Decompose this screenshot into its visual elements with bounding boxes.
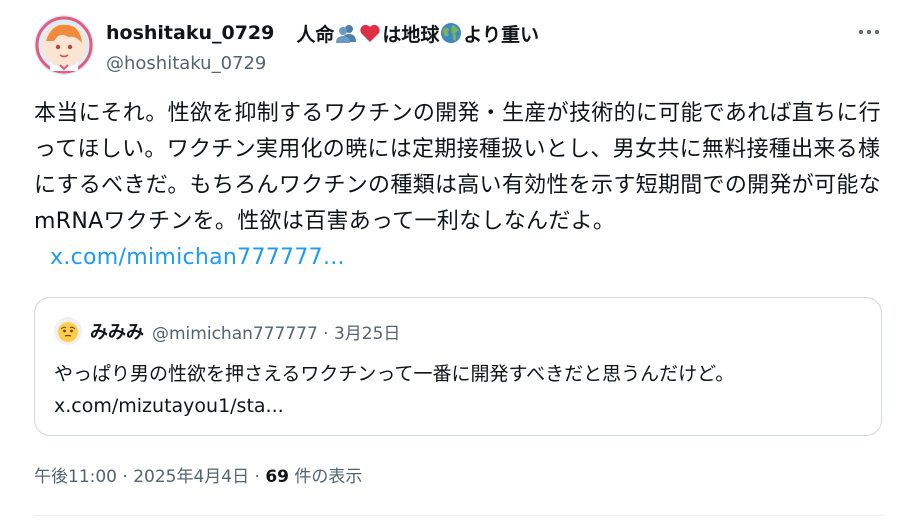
author-handle[interactable]: @hoshitaku_0729 <box>106 53 266 74</box>
bio-part-3: より重い <box>463 23 540 46</box>
red-heart-icon <box>359 22 381 44</box>
quoted-tweet-text: やっぱり男の性欲を押さえるワクチンって一番に開発すべきだと思うんだけど。 x.c… <box>54 358 874 422</box>
tweet-link[interactable]: x.com/mimichan777777... <box>50 245 345 270</box>
more-horizontal-icon[interactable] <box>852 18 886 46</box>
author-display-name[interactable]: hoshitaku_0729 <box>106 22 274 44</box>
quoted-author-name[interactable]: みみみ <box>90 318 144 344</box>
people-silhouette-icon <box>335 22 357 44</box>
divider <box>34 515 884 516</box>
author-bio: 人命 は地球 より重い <box>296 20 539 47</box>
tweet-timestamp[interactable]: 午後11:00 · 2025年4月4日 · <box>34 467 265 487</box>
earth-globe-icon <box>440 22 462 44</box>
tweet-text: 本当にそれ。性欲を抑制するワクチンの開発・生産が技術的に可能であれば直ちに行って… <box>34 96 884 276</box>
bio-part-2: は地球 <box>382 23 440 46</box>
author-avatar[interactable] <box>34 15 94 75</box>
quoted-author-meta: @mimichan777777 · 3月25日 <box>152 323 401 344</box>
bio-part-1: 人命 <box>296 23 335 46</box>
tweet-body: 本当にそれ。性欲を抑制するワクチンの開発・生産が技術的に可能であれば直ちに行って… <box>34 101 881 234</box>
quoted-tweet-header: みみみ @mimichan777777 · 3月25日 <box>54 317 400 345</box>
views-label: 件の表示 <box>288 467 363 487</box>
author-name-row[interactable]: hoshitaku_0729 人命 は地球 より重い <box>106 20 539 46</box>
tweet-meta: 午後11:00 · 2025年4月4日 · 69 件の表示 <box>34 462 362 487</box>
quoted-tweet-card[interactable]: みみみ @mimichan777777 · 3月25日 やっぱり男の性欲を押さえ… <box>34 297 882 436</box>
views-count: 69 <box>265 467 289 487</box>
quoted-tweet-link[interactable]: x.com/mizutayou1/sta... <box>54 390 874 422</box>
quoted-author-avatar[interactable] <box>54 317 82 345</box>
quoted-tweet-body: やっぱり男の性欲を押さえるワクチンって一番に開発すべきだと思うんだけど。 <box>54 363 735 385</box>
tweet: hoshitaku_0729 人命 は地球 より重い @hoshitaku_07… <box>0 0 904 523</box>
